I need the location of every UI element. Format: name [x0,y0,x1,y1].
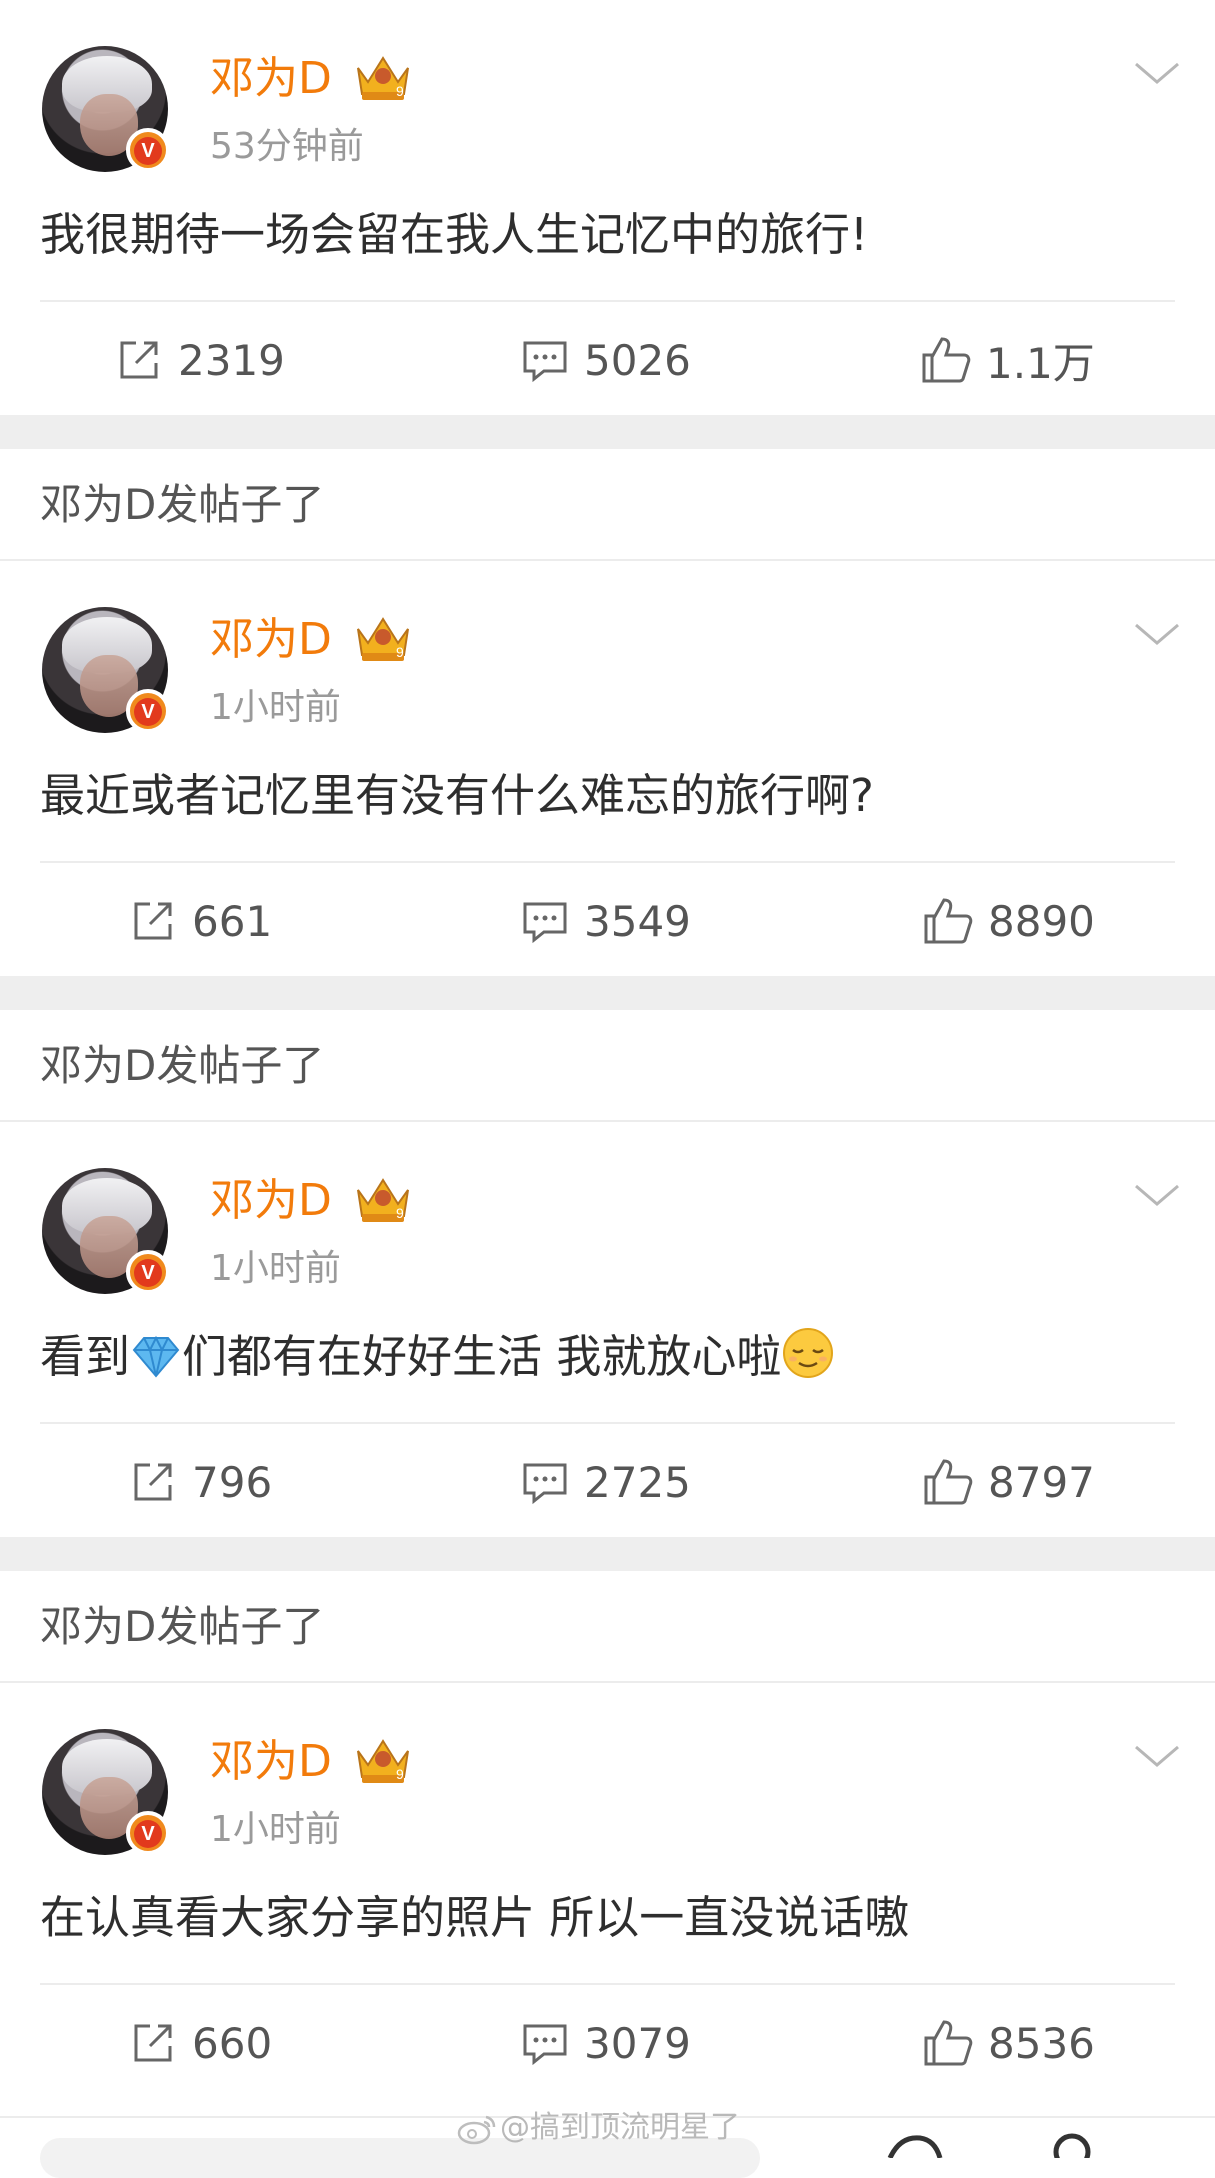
repost-button[interactable]: 660 [128,1988,272,2098]
crown-icon[interactable]: 9 [352,1731,414,1787]
verified-badge-icon: V [126,1250,170,1294]
feed-gap [0,976,1215,1010]
post-card[interactable]: V 邓为D 9 1小时前 最近或者记忆里有没有什么难忘的旅行啊? 661 354… [0,561,1215,976]
post-text[interactable]: 在认真看大家分享的照片 所以一直没说话嗷 [40,1885,909,1951]
post-text[interactable]: 最近或者记忆里有没有什么难忘的旅行啊? [40,763,874,829]
repost-icon [134,1463,172,1501]
post-card[interactable]: V 邓为D 9 1小时前 看到 们都有在好好生活 我就放心啦 796 2725 … [0,1122,1215,1537]
username[interactable]: 邓为D [210,1733,332,1791]
thumbs-up-icon [924,898,973,944]
repost-icon [134,2024,172,2062]
partial-toolbar-icon[interactable] [880,2128,950,2158]
weibo-logo-icon [457,2115,496,2145]
repost-count: 660 [192,2018,273,2068]
action-bar: 661 3549 8890 [0,866,1215,976]
action-bar: 660 3079 8536 [0,1988,1215,2098]
like-button[interactable]: 8890 [922,866,1095,976]
username[interactable]: 邓为D [210,1172,332,1230]
feed-gap [0,1537,1215,1571]
chevron-down-icon[interactable] [1132,58,1182,88]
like-count: 8536 [988,2018,1095,2068]
watermark: @搞到顶流明星了 [456,2108,740,2148]
repost-icon [120,341,158,379]
divider [40,300,1175,302]
chevron-down-icon[interactable] [1132,1180,1182,1210]
svg-text:9: 9 [396,1766,404,1782]
section-label: 邓为D发帖子了 [0,1010,1215,1122]
repost-count: 2319 [178,335,285,385]
comment-button[interactable]: 5026 [520,305,691,415]
post-time: 1小时前 [210,687,341,728]
comment-count: 3549 [584,896,691,946]
username[interactable]: 邓为D [210,50,332,108]
svg-text:9: 9 [396,1205,404,1221]
action-bar: 2319 5026 1.1万 [0,305,1215,415]
repost-button[interactable]: 2319 [114,305,285,415]
username[interactable]: 邓为D [210,611,332,669]
verified-badge-icon: V [126,1811,170,1855]
repost-count: 661 [192,896,273,946]
comment-button[interactable]: 3549 [520,866,691,976]
thumbs-up-icon [922,337,971,383]
thumbs-up-icon [924,1459,973,1505]
section-label: 邓为D发帖子了 [0,449,1215,561]
repost-button[interactable]: 661 [128,866,272,976]
chevron-down-icon[interactable] [1132,1741,1182,1771]
like-button[interactable]: 8536 [922,1988,1095,2098]
repost-count: 796 [192,1457,273,1507]
search-icon[interactable] [1050,2128,1094,2158]
post-time: 1小时前 [210,1248,341,1289]
action-bar: 796 2725 8797 [0,1427,1215,1537]
post-time: 53分钟前 [210,126,364,167]
comment-count: 5026 [584,335,691,385]
crown-icon[interactable]: 9 [352,1170,414,1226]
relieved-face-emoji [783,1328,834,1378]
comment-icon [523,1463,567,1505]
like-count: 1.1万 [986,338,1095,388]
post-time: 1小时前 [210,1809,341,1850]
comment-button[interactable]: 2725 [520,1427,691,1537]
thumbs-up-icon [924,2020,973,2066]
divider [40,1983,1175,1985]
comment-count: 2725 [584,1457,691,1507]
verified-badge-icon: V [126,128,170,172]
post-text[interactable]: 看到 们都有在好好生活 我就放心啦 [40,1324,835,1390]
feed-gap [0,415,1215,449]
comment-icon [523,341,567,383]
repost-icon [134,902,172,940]
divider [40,861,1175,863]
like-count: 8890 [988,896,1095,946]
repost-button[interactable]: 796 [128,1427,272,1537]
like-button[interactable]: 8797 [922,1427,1095,1537]
comment-icon [523,902,567,944]
post-text[interactable]: 我很期待一场会留在我人生记忆中的旅行! [40,202,868,268]
crown-icon[interactable]: 9 [352,609,414,665]
svg-text:9: 9 [396,644,404,660]
comment-icon [523,2024,567,2066]
weibo-feed: V 邓为D 9 53分钟前 我很期待一场会留在我人生记忆中的旅行! 2319 5… [0,0,1215,2098]
divider [40,1422,1175,1424]
like-button[interactable]: 1.1万 [920,305,1095,415]
chevron-down-icon[interactable] [1132,619,1182,649]
crown-icon[interactable]: 9 [352,48,414,104]
diamond-emoji [132,1335,180,1378]
verified-badge-icon: V [126,689,170,733]
comment-button[interactable]: 3079 [520,1988,691,2098]
section-label: 邓为D发帖子了 [0,1571,1215,1683]
svg-text:9: 9 [396,83,404,99]
post-card[interactable]: V 邓为D 9 53分钟前 我很期待一场会留在我人生记忆中的旅行! 2319 5… [0,0,1215,415]
post-card[interactable]: V 邓为D 9 1小时前 在认真看大家分享的照片 所以一直没说话嗷 660 30… [0,1683,1215,2098]
comment-count: 3079 [584,2018,691,2068]
like-count: 8797 [988,1457,1095,1507]
